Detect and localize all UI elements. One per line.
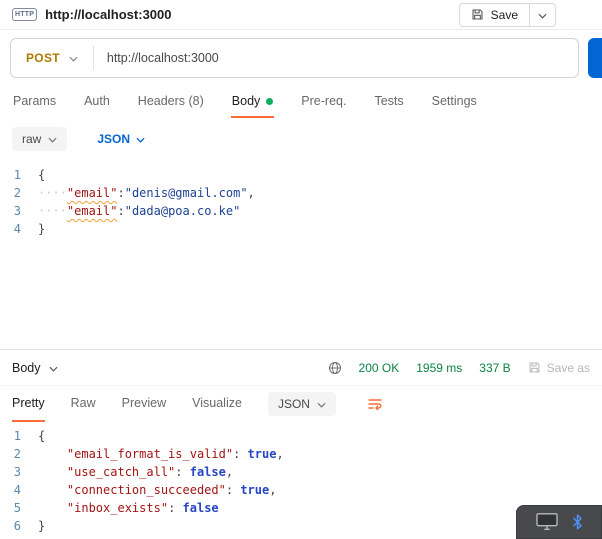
response-format-label: JSON bbox=[277, 397, 310, 411]
tab-pretty[interactable]: Pretty bbox=[12, 386, 45, 422]
save-button[interactable]: Save bbox=[460, 4, 529, 26]
code-text: } bbox=[38, 222, 46, 236]
save-response-button[interactable]: Save as bbox=[528, 361, 590, 375]
network-globe-icon[interactable] bbox=[328, 361, 342, 375]
method-label: POST bbox=[26, 51, 60, 65]
request-body-editor[interactable]: 1{ 2 ····"email":"denis@gmail.com", 3 ····… bbox=[0, 161, 602, 349]
wrap-text-icon bbox=[367, 396, 383, 412]
chevron-down-icon bbox=[136, 132, 145, 146]
tab-body[interactable]: Body bbox=[230, 86, 275, 118]
save-icon bbox=[471, 8, 484, 21]
chevron-down-icon bbox=[317, 397, 326, 411]
code-text: { bbox=[38, 429, 46, 443]
code-line[interactable]: 4 "connection_succeeded": true, bbox=[0, 481, 602, 499]
monitor-icon bbox=[535, 512, 559, 532]
response-header: Body 200 OK 1959 ms 337 B Save as bbox=[0, 350, 602, 386]
line-number: 4 bbox=[13, 222, 21, 236]
code-line[interactable]: 2 "email_format_is_valid": true, bbox=[0, 445, 602, 463]
tab-raw[interactable]: Raw bbox=[71, 386, 96, 422]
tab-body-label: Body bbox=[231, 94, 261, 108]
code-text: "connection_succeeded": true, bbox=[66, 483, 277, 497]
code-text: ····"email":"denis@gmail.com", bbox=[38, 186, 255, 200]
response-body-viewer[interactable]: 1{ 2 "email_format_is_valid": true, 3 "u… bbox=[0, 422, 602, 539]
status-badge[interactable]: 200 OK bbox=[359, 361, 400, 375]
line-number: 2 bbox=[13, 186, 21, 200]
tab-pre-req[interactable]: Pre-req. bbox=[300, 86, 347, 118]
url-input[interactable] bbox=[93, 51, 578, 65]
code-text: "inbox_exists": false bbox=[66, 501, 219, 515]
tab-tests[interactable]: Tests bbox=[373, 86, 404, 118]
save-as-icon bbox=[528, 361, 541, 374]
wrap-text-button[interactable] bbox=[362, 391, 388, 417]
code-text: "email_format_is_valid": true, bbox=[66, 447, 284, 461]
tab-visualize[interactable]: Visualize bbox=[192, 386, 242, 422]
response-time[interactable]: 1959 ms bbox=[416, 361, 462, 375]
line-number: 4 bbox=[13, 483, 21, 497]
tab-headers[interactable]: Headers (8) bbox=[137, 86, 205, 118]
code-line[interactable]: 5 "inbox_exists": false bbox=[0, 499, 602, 517]
response-body-dropdown[interactable]: Body bbox=[12, 361, 58, 375]
request-title: http://localhost:3000 bbox=[45, 7, 172, 22]
code-line[interactable]: 1{ bbox=[0, 427, 602, 445]
line-number: 3 bbox=[13, 465, 21, 479]
request-title-bar: HTTP http://localhost:3000 Save bbox=[0, 0, 602, 30]
response-format-dropdown[interactable]: JSON bbox=[267, 392, 336, 416]
code-line[interactable]: 2 ····"email":"denis@gmail.com", bbox=[0, 184, 602, 202]
code-text: ····"email":"dada@poa.co.ke" bbox=[38, 204, 241, 218]
request-url-box: POST bbox=[10, 38, 579, 78]
body-modified-dot bbox=[266, 97, 274, 105]
tab-params[interactable]: Params bbox=[12, 86, 57, 118]
code-line[interactable]: 3 ····"email":"dada@poa.co.ke" bbox=[0, 202, 602, 220]
response-size[interactable]: 337 B bbox=[479, 361, 510, 375]
body-type-dropdown[interactable]: raw bbox=[12, 127, 68, 151]
chevron-down-icon bbox=[48, 361, 58, 375]
save-button-label: Save bbox=[490, 7, 518, 22]
os-overlay-widget[interactable] bbox=[516, 505, 602, 539]
line-number: 1 bbox=[13, 168, 21, 182]
chevron-down-icon bbox=[69, 49, 78, 67]
request-tabs: Params Auth Headers (8) Body Pre-req. Te… bbox=[0, 86, 602, 118]
save-as-label: Save as bbox=[546, 360, 590, 375]
method-dropdown[interactable]: POST bbox=[11, 49, 93, 67]
request-url-row: POST bbox=[10, 38, 602, 78]
bluetooth-icon bbox=[572, 514, 583, 530]
body-format-label: JSON bbox=[97, 132, 131, 146]
save-button-group: Save bbox=[458, 2, 556, 27]
body-type-row: raw JSON bbox=[0, 118, 602, 161]
send-button[interactable] bbox=[588, 38, 602, 78]
chevron-down-icon bbox=[48, 132, 57, 146]
api-client-window: HTTP http://localhost:3000 Save POST htt… bbox=[0, 0, 602, 539]
line-number: 1 bbox=[13, 429, 21, 443]
tab-preview[interactable]: Preview bbox=[122, 386, 166, 422]
response-meta: 200 OK 1959 ms 337 B Save as bbox=[328, 361, 590, 375]
http-method-icon: HTTP bbox=[12, 8, 38, 21]
body-type-label: raw bbox=[22, 132, 42, 146]
line-number: 6 bbox=[13, 519, 21, 533]
code-line[interactable]: 1{ bbox=[0, 166, 602, 184]
response-body-label: Body bbox=[12, 360, 41, 375]
code-line[interactable]: 6} bbox=[0, 517, 602, 535]
tab-settings[interactable]: Settings bbox=[431, 86, 478, 118]
code-line[interactable]: 3 "use_catch_all": false, bbox=[0, 463, 602, 481]
line-number: 3 bbox=[13, 204, 21, 218]
code-text: { bbox=[38, 168, 46, 182]
body-format-dropdown[interactable]: JSON bbox=[97, 132, 145, 146]
chevron-down-icon bbox=[538, 6, 547, 24]
code-text: } bbox=[38, 519, 46, 533]
line-number: 5 bbox=[13, 501, 21, 515]
line-number: 2 bbox=[13, 447, 21, 461]
code-line[interactable]: 4} bbox=[0, 220, 602, 238]
save-options-button[interactable] bbox=[529, 3, 555, 26]
code-text: "use_catch_all": false, bbox=[66, 465, 234, 479]
response-tabs: Pretty Raw Preview Visualize JSON bbox=[0, 386, 602, 422]
tab-auth[interactable]: Auth bbox=[83, 86, 111, 118]
